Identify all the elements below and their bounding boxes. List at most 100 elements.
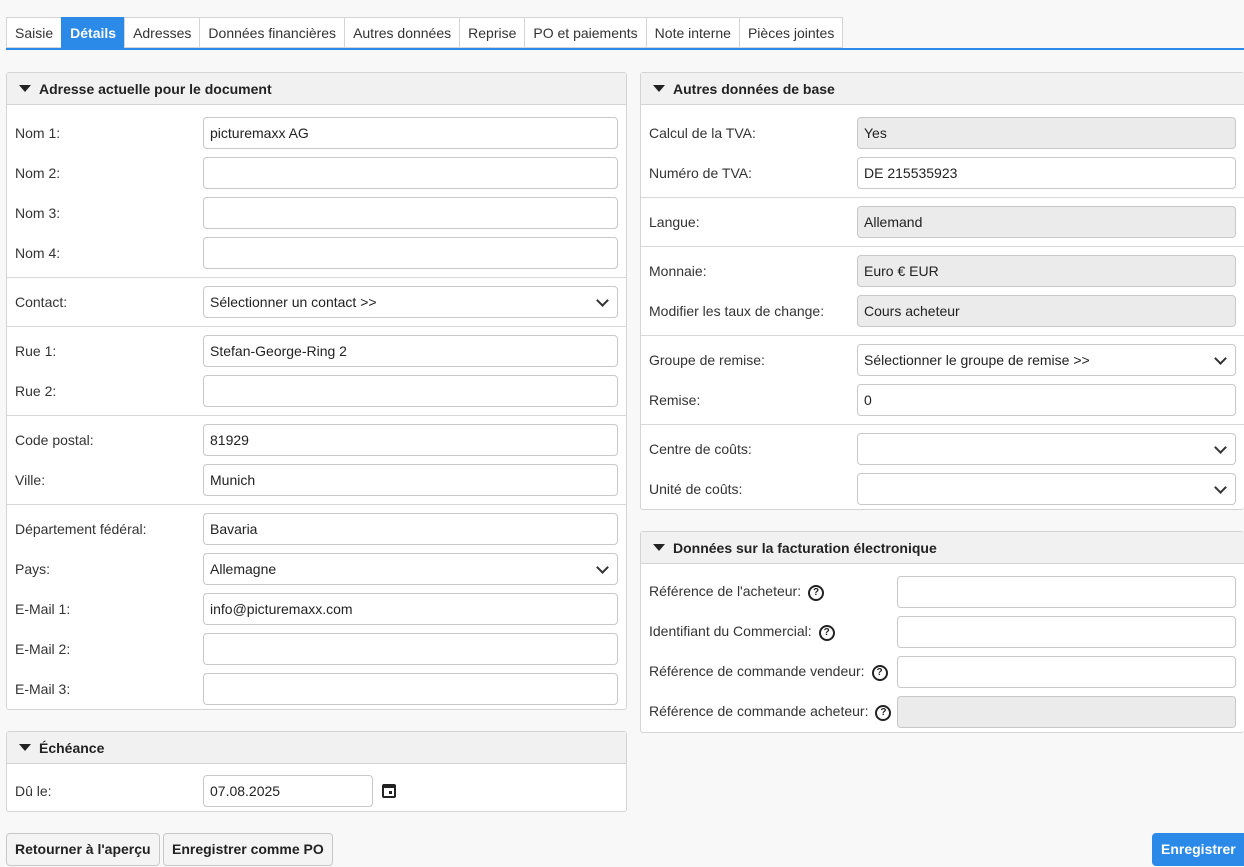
name1-field[interactable]: picturemaxx AG — [203, 117, 618, 149]
chevron-down-icon — [596, 561, 609, 574]
tab-autres-donnees[interactable]: Autres données — [344, 17, 460, 48]
divider — [641, 197, 1244, 198]
address-panel-title: Adresse actuelle pour le document — [39, 81, 272, 97]
save-as-po-button[interactable]: Enregistrer comme PO — [163, 833, 333, 866]
einvoice-panel-title: Données sur la facturation électronique — [673, 540, 937, 556]
name4-label: Nom 4: — [15, 245, 61, 261]
collapse-triangle-icon — [653, 84, 665, 92]
divider — [7, 415, 626, 416]
currency-field: Euro € EUR — [857, 255, 1236, 287]
tab-reprise[interactable]: Reprise — [459, 17, 525, 48]
name3-field[interactable] — [203, 197, 618, 229]
contact-label: Contact: — [15, 294, 68, 310]
address-panel-header[interactable]: Adresse actuelle pour le document — [7, 73, 626, 105]
help-icon[interactable]: ? — [875, 704, 892, 721]
due-date-panel-title: Échéance — [39, 740, 105, 756]
due-date-panel: Échéance Dû le: 07.08.2025 — [6, 731, 627, 812]
cost-center-select[interactable] — [857, 433, 1236, 465]
tab-adresses[interactable]: Adresses — [124, 17, 200, 48]
help-icon[interactable]: ? — [818, 624, 835, 641]
sales-id-field[interactable] — [897, 616, 1236, 648]
city-field[interactable]: Munich — [203, 464, 618, 496]
buyer-reference-field[interactable] — [897, 576, 1236, 608]
calendar-icon[interactable] — [382, 784, 396, 798]
einvoice-panel: Données sur la facturation électronique … — [640, 531, 1244, 733]
vat-number-field[interactable]: DE 215535923 — [857, 157, 1236, 189]
country-label: Pays: — [15, 561, 51, 577]
help-icon[interactable]: ? — [808, 584, 825, 601]
vat-calc-field: Yes — [857, 117, 1236, 149]
email2-field[interactable] — [203, 633, 618, 665]
tab-pieces-jointes[interactable]: Pièces jointes — [738, 17, 844, 48]
tab-details[interactable]: Détails — [61, 17, 125, 48]
country-select-value: Allemagne — [210, 561, 277, 577]
state-field[interactable]: Bavaria — [203, 513, 618, 545]
discount-label: Remise: — [649, 392, 701, 408]
divider — [641, 335, 1244, 336]
street1-label: Rue 1: — [15, 343, 57, 359]
contact-select[interactable]: Sélectionner un contact >> — [203, 286, 618, 318]
tab-donnees-financieres[interactable]: Données financières — [199, 17, 345, 48]
buyer-reference-label: Référence de l'acheteur:? — [649, 583, 897, 601]
discount-group-label: Groupe de remise: — [649, 352, 765, 368]
email1-field[interactable]: info@picturemaxx.com — [203, 593, 618, 625]
email3-field[interactable] — [203, 673, 618, 705]
tab-po-et-paiements[interactable]: PO et paiements — [524, 17, 646, 48]
exchange-rate-field: Cours acheteur — [857, 295, 1236, 327]
seller-order-ref-field[interactable] — [897, 656, 1236, 688]
address-panel: Adresse actuelle pour le document Nom 1:… — [6, 72, 627, 710]
street1-field[interactable]: Stefan-George-Ring 2 — [203, 335, 618, 367]
due-date-panel-header[interactable]: Échéance — [7, 732, 626, 764]
postal-code-label: Code postal: — [15, 432, 94, 448]
email1-label: E-Mail 1: — [15, 601, 71, 617]
discount-group-select[interactable]: Sélectionner le groupe de remise >> — [857, 344, 1236, 376]
due-date-label: Dû le: — [15, 783, 52, 799]
buyer-reference-label-text: Référence de l'acheteur: — [649, 583, 802, 600]
chevron-down-icon — [596, 294, 609, 307]
due-date-field[interactable]: 07.08.2025 — [203, 775, 373, 807]
tab-saisie[interactable]: Saisie — [6, 17, 62, 48]
tab-bar: Saisie Détails Adresses Données financiè… — [6, 17, 1244, 50]
base-data-panel-header[interactable]: Autres données de base — [641, 73, 1244, 105]
language-label: Langue: — [649, 214, 700, 230]
name2-field[interactable] — [203, 157, 618, 189]
chevron-down-icon — [1214, 352, 1227, 365]
base-data-panel: Autres données de base Calcul de la TVA:… — [640, 72, 1244, 510]
chevron-down-icon — [1214, 481, 1227, 494]
street2-field[interactable] — [203, 375, 618, 407]
tab-note-interne[interactable]: Note interne — [645, 17, 739, 48]
sales-id-label-text: Identifiant du Commercial: — [649, 623, 812, 640]
sales-id-label: Identifiant du Commercial:? — [649, 623, 897, 641]
city-label: Ville: — [15, 472, 46, 488]
language-field: Allemand — [857, 206, 1236, 238]
seller-order-ref-label: Référence de commande vendeur:? — [649, 663, 897, 681]
einvoice-panel-header[interactable]: Données sur la facturation électronique — [641, 532, 1244, 564]
name4-field[interactable] — [203, 237, 618, 269]
vat-calc-label: Calcul de la TVA: — [649, 125, 756, 141]
name3-label: Nom 3: — [15, 205, 61, 221]
discount-group-select-value: Sélectionner le groupe de remise >> — [864, 352, 1090, 368]
help-icon[interactable]: ? — [871, 664, 888, 681]
collapse-triangle-icon — [19, 84, 31, 92]
vat-number-label: Numéro de TVA: — [649, 165, 752, 181]
country-select[interactable]: Allemagne — [203, 553, 618, 585]
buyer-order-ref-field — [897, 696, 1236, 728]
email2-label: E-Mail 2: — [15, 641, 71, 657]
name2-label: Nom 2: — [15, 165, 61, 181]
state-label: Département fédéral: — [15, 521, 147, 537]
discount-field[interactable]: 0 — [857, 384, 1236, 416]
cost-unit-select[interactable] — [857, 473, 1236, 505]
collapse-triangle-icon — [653, 543, 665, 551]
name1-label: Nom 1: — [15, 125, 61, 141]
divider — [7, 504, 626, 505]
contact-select-value: Sélectionner un contact >> — [210, 294, 377, 310]
divider — [7, 326, 626, 327]
save-button[interactable]: Enregistrer — [1152, 833, 1244, 866]
buyer-order-ref-label-text: Référence de commande acheteur: — [649, 703, 869, 720]
cost-center-label: Centre de coûts: — [649, 441, 752, 457]
collapse-triangle-icon — [19, 743, 31, 751]
street2-label: Rue 2: — [15, 383, 57, 399]
back-to-overview-button[interactable]: Retourner à l'aperçu — [6, 833, 160, 866]
seller-order-ref-label-text: Référence de commande vendeur: — [649, 663, 865, 680]
postal-code-field[interactable]: 81929 — [203, 424, 618, 456]
